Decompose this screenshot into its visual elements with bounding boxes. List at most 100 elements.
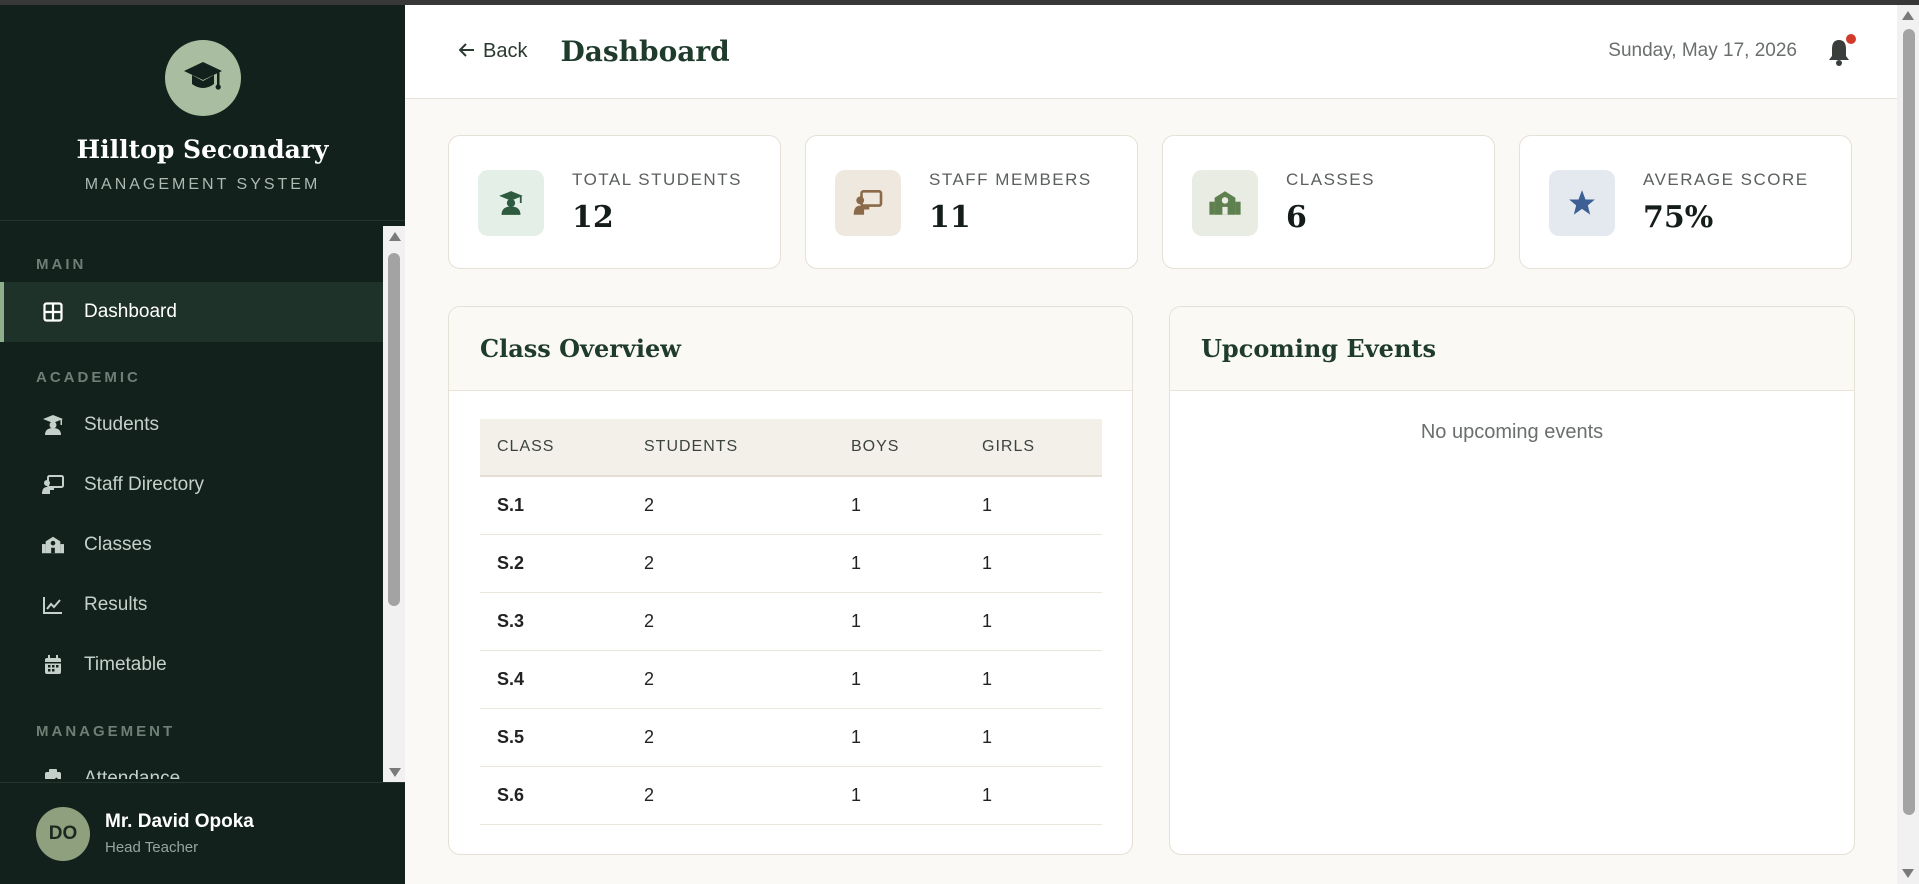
cell-girls: 1 — [965, 708, 1102, 767]
column-header-students: STUDENTS — [627, 419, 834, 477]
sidebar-item-staff-directory[interactable]: Staff Directory — [0, 455, 383, 515]
brand: Hilltop Secondary MANAGEMENT SYSTEM — [0, 5, 405, 221]
stat-label: STAFF MEMBERS — [929, 170, 1092, 189]
grid-icon — [42, 301, 64, 323]
sidebar-item-label: Staff Directory — [84, 474, 205, 495]
notifications-button[interactable] — [1826, 34, 1856, 66]
nav-section-management: MANAGEMENT — [36, 723, 176, 740]
cell-class: S.2 — [480, 534, 627, 593]
star-icon — [1549, 170, 1615, 236]
cell-class: S.6 — [480, 766, 627, 825]
cell-students: 2 — [627, 476, 834, 535]
cell-girls: 1 — [965, 766, 1102, 825]
stat-card-total-students: TOTAL STUDENTS 12 — [448, 135, 781, 269]
cell-students: 2 — [627, 534, 834, 593]
table-row: S.5 2 1 1 — [480, 708, 1102, 767]
notification-dot — [1846, 34, 1856, 44]
scroll-down-arrow-icon[interactable] — [1902, 869, 1914, 878]
panel-title: Upcoming Events — [1170, 307, 1854, 391]
cell-girls: 1 — [965, 476, 1102, 535]
avatar: DO — [36, 806, 90, 861]
current-date: Sunday, May 17, 2026 — [1608, 40, 1797, 61]
sidebar-item-label: Timetable — [84, 654, 167, 675]
graduation-cap-logo-icon — [164, 40, 241, 116]
column-header-class: CLASS — [480, 419, 627, 477]
sidebar-scrollbar[interactable] — [383, 226, 405, 783]
cell-class: S.3 — [480, 592, 627, 651]
main-scrollbar[interactable] — [1897, 5, 1919, 884]
teacher-board-icon — [42, 474, 64, 496]
stat-card-classes: CLASSES 6 — [1162, 135, 1495, 269]
user-name: Mr. David Opoka — [105, 811, 254, 832]
cell-boys: 1 — [834, 534, 965, 593]
table-row: S.2 2 1 1 — [480, 534, 1102, 593]
main-content: Back Dashboard Sunday, May 17, 2026 TOTA… — [405, 5, 1919, 884]
cell-girls: 1 — [965, 592, 1102, 651]
table-row: S.6 2 1 1 — [480, 766, 1102, 825]
column-header-boys: BOYS — [834, 419, 965, 477]
table-row: S.4 2 1 1 — [480, 650, 1102, 709]
cell-class: S.4 — [480, 650, 627, 709]
user-info: Mr. David Opoka Head Teacher — [105, 811, 254, 856]
stat-card-staff-members: STAFF MEMBERS 11 — [805, 135, 1138, 269]
clipboard-check-icon — [42, 768, 64, 779]
brand-subtitle: MANAGEMENT SYSTEM — [84, 176, 321, 193]
scroll-down-arrow-icon[interactable] — [389, 768, 401, 777]
stat-value: 6 — [1286, 200, 1307, 235]
class-overview-panel: Class Overview CLASS STUDENTS BOYS GIRLS… — [448, 306, 1133, 855]
nav-section-academic: ACADEMIC — [36, 369, 141, 386]
upcoming-events-panel: Upcoming Events No upcoming events — [1169, 306, 1855, 855]
brand-name: Hilltop Secondary — [76, 135, 329, 164]
sidebar-item-students[interactable]: Students — [0, 395, 383, 455]
cell-boys: 1 — [834, 650, 965, 709]
stat-label: TOTAL STUDENTS — [572, 170, 742, 189]
school-icon — [42, 534, 64, 556]
cell-students: 2 — [627, 650, 834, 709]
cell-boys: 1 — [834, 766, 965, 825]
sidebar-item-label: Dashboard — [84, 301, 177, 322]
sidebar-scrollbar-thumb[interactable] — [388, 253, 400, 606]
cell-class: S.1 — [480, 476, 627, 535]
sidebar-item-label: Attendance — [84, 768, 181, 779]
stat-label: AVERAGE SCORE — [1643, 170, 1809, 189]
cell-students: 2 — [627, 708, 834, 767]
cell-girls: 1 — [965, 534, 1102, 593]
class-overview-table: CLASS STUDENTS BOYS GIRLS S.1 2 1 1 S.2 — [480, 419, 1102, 825]
back-label: Back — [483, 40, 528, 62]
panel-title: Class Overview — [449, 307, 1132, 391]
cell-boys: 1 — [834, 708, 965, 767]
empty-state-text: No upcoming events — [1420, 421, 1604, 443]
table-header-row: CLASS STUDENTS BOYS GIRLS — [480, 419, 1102, 477]
graduate-icon — [478, 170, 544, 236]
sidebar-item-attendance[interactable]: Attendance — [0, 749, 383, 779]
sidebar-item-classes[interactable]: Classes — [0, 515, 383, 575]
scroll-up-arrow-icon[interactable] — [389, 232, 401, 241]
topbar: Back Dashboard Sunday, May 17, 2026 — [405, 5, 1919, 99]
sidebar-item-label: Classes — [84, 534, 152, 555]
column-header-girls: GIRLS — [965, 419, 1102, 477]
sidebar: Hilltop Secondary MANAGEMENT SYSTEM MAIN… — [0, 5, 405, 884]
graduate-icon — [42, 414, 64, 436]
school-icon — [1192, 170, 1258, 236]
main-scrollbar-thumb[interactable] — [1903, 29, 1915, 815]
stat-label: CLASSES — [1286, 170, 1375, 189]
sidebar-item-dashboard[interactable]: Dashboard — [0, 282, 383, 342]
app-window: Hilltop Secondary MANAGEMENT SYSTEM MAIN… — [0, 5, 1919, 884]
teacher-board-icon — [835, 170, 901, 236]
back-button[interactable]: Back — [458, 40, 528, 63]
cell-students: 2 — [627, 766, 834, 825]
nav-section-main: MAIN — [36, 256, 87, 273]
user-profile[interactable]: DO Mr. David Opoka Head Teacher — [0, 782, 405, 884]
sidebar-item-results[interactable]: Results — [0, 575, 383, 635]
cell-students: 2 — [627, 592, 834, 651]
sidebar-item-timetable[interactable]: Timetable — [0, 635, 383, 695]
sidebar-item-label: Results — [84, 594, 148, 615]
cell-girls: 1 — [965, 650, 1102, 709]
stat-value: 75% — [1643, 200, 1714, 235]
scroll-up-arrow-icon[interactable] — [1902, 11, 1914, 20]
table-row: S.3 2 1 1 — [480, 592, 1102, 651]
sidebar-item-label: Students — [84, 414, 159, 435]
stats-row: TOTAL STUDENTS 12 STAFF MEMBERS 11 CLASS… — [448, 135, 1852, 269]
page-title: Dashboard — [560, 35, 730, 68]
sidebar-nav: MAIN Dashboard ACADEMIC Students Staff D… — [0, 222, 383, 779]
